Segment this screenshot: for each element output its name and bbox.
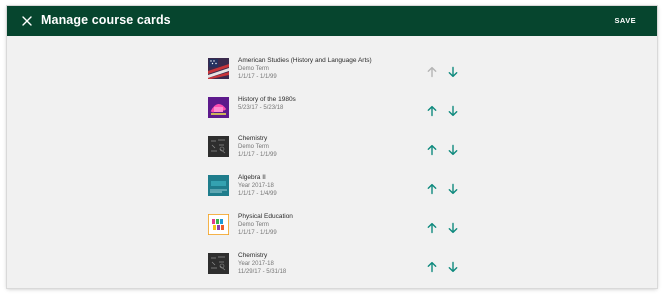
move-up-button[interactable] <box>426 183 438 195</box>
course-list: American Studies (History and Language A… <box>208 56 468 288</box>
course-name: Physical Education <box>238 213 293 220</box>
arrow-up-icon <box>427 105 437 117</box>
arrow-up-icon <box>427 144 437 156</box>
page-title: Manage course cards <box>41 13 171 27</box>
move-up-button[interactable] <box>426 261 438 273</box>
course-thumbnail <box>208 253 229 274</box>
course-term: Year 2017-18 <box>238 261 274 267</box>
arrow-down-icon <box>448 144 458 156</box>
course-thumbnail <box>208 136 229 157</box>
course-name: American Studies (History and Language A… <box>238 57 372 64</box>
move-down-button[interactable] <box>447 105 459 117</box>
course-dates: 1/1/17 - 1/1/99 <box>238 74 277 80</box>
course-dates: 1/1/17 - 1/4/99 <box>238 191 277 197</box>
arrow-up-icon <box>427 66 437 78</box>
arrow-down-icon <box>448 66 458 78</box>
course-name: Chemistry <box>238 135 268 142</box>
course-row: Physical Education Demo Term 1/1/17 - 1/1/… <box>208 212 468 251</box>
arrow-down-icon <box>448 183 458 195</box>
course-thumbnail <box>208 214 229 235</box>
course-term: Demo Term <box>238 144 269 150</box>
manage-course-cards-dialog: Manage course cards SAVE American Studie… <box>7 6 657 288</box>
course-thumbnail <box>208 58 229 79</box>
arrow-up-icon <box>427 222 437 234</box>
move-up-button[interactable] <box>426 222 438 234</box>
move-down-button[interactable] <box>447 222 459 234</box>
save-button[interactable]: SAVE <box>615 16 636 25</box>
arrow-down-icon <box>448 105 458 117</box>
course-name: Chemistry <box>238 252 268 259</box>
course-name: Algebra II <box>238 174 266 181</box>
move-down-button[interactable] <box>447 66 459 78</box>
arrow-up-icon <box>427 261 437 273</box>
move-down-button[interactable] <box>447 144 459 156</box>
course-info: Algebra II Year 2017-18 1/1/17 - 1/4/99 <box>238 173 398 198</box>
move-down-button[interactable] <box>447 261 459 273</box>
arrow-down-icon <box>448 222 458 234</box>
move-down-button[interactable] <box>447 183 459 195</box>
course-row: Algebra II Year 2017-18 1/1/17 - 1/4/99 <box>208 173 468 212</box>
course-thumbnail <box>208 175 229 196</box>
course-info: Chemistry Year 2017-18 11/29/17 - 5/31/18 <box>238 251 398 276</box>
course-dates: 1/1/17 - 1/1/99 <box>238 152 277 158</box>
course-info: American Studies (History and Language A… <box>238 56 398 81</box>
close-icon <box>22 16 32 26</box>
course-name: History of the 1980s <box>238 96 296 103</box>
course-row: History of the 1980s 5/23/17 - 5/23/18 <box>208 95 468 134</box>
course-info: History of the 1980s 5/23/17 - 5/23/18 <box>238 95 398 112</box>
course-term: Demo Term <box>238 222 269 228</box>
course-dates: 1/1/17 - 1/1/99 <box>238 230 277 236</box>
course-row: Chemistry Year 2017-18 11/29/17 - 5/31/18 <box>208 251 468 288</box>
move-up-button[interactable] <box>426 144 438 156</box>
course-term: Demo Term <box>238 66 269 72</box>
course-row: American Studies (History and Language A… <box>208 56 468 95</box>
arrow-up-icon <box>427 183 437 195</box>
course-info: Chemistry Demo Term 1/1/17 - 1/1/99 <box>238 134 398 159</box>
course-dates: 5/23/17 - 5/23/18 <box>238 105 284 111</box>
course-row: Chemistry Demo Term 1/1/17 - 1/1/99 <box>208 134 468 173</box>
course-dates: 11/29/17 - 5/31/18 <box>238 269 287 275</box>
move-up-button[interactable] <box>426 66 438 78</box>
course-thumbnail <box>208 97 229 118</box>
move-up-button[interactable] <box>426 105 438 117</box>
header-bar: Manage course cards SAVE <box>7 6 657 36</box>
arrow-down-icon <box>448 261 458 273</box>
course-info: Physical Education Demo Term 1/1/17 - 1/1/… <box>238 212 398 237</box>
close-button[interactable] <box>19 13 35 29</box>
course-term: Year 2017-18 <box>238 183 274 189</box>
